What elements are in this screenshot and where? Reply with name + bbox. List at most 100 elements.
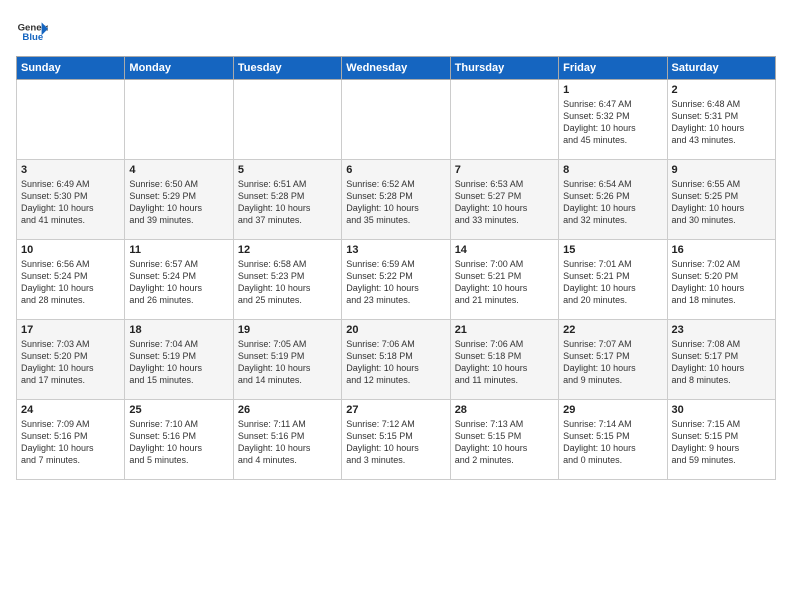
day-number: 20	[346, 324, 445, 336]
day-number: 1	[563, 84, 662, 96]
calendar-week-row: 3Sunrise: 6:49 AM Sunset: 5:30 PM Daylig…	[17, 160, 776, 240]
day-number: 10	[21, 244, 120, 256]
calendar-cell: 14 Sunrise: 7:00 AM Sunset: 5:21 PM Dayli…	[450, 240, 558, 320]
day-number: 18	[129, 324, 228, 336]
calendar-week-row: 17 Sunrise: 7:03 AM Sunset: 5:20 PM Dayli…	[17, 320, 776, 400]
day-number: 15	[563, 244, 662, 256]
day-info: Sunrise: 6:47 AM Sunset: 5:32 PM Dayligh…	[563, 98, 662, 147]
day-info: Sunrise: 7:14 AM Sunset: 5:15 PM Dayligh…	[563, 418, 662, 467]
calendar-cell: 17 Sunrise: 7:03 AM Sunset: 5:20 PM Dayli…	[17, 320, 125, 400]
day-number: 25	[129, 404, 228, 416]
day-number: 12	[238, 244, 337, 256]
day-info: Sunrise: 7:08 AM Sunset: 5:17 PM Dayligh…	[672, 338, 771, 387]
calendar-cell: 8 Sunrise: 6:54 AM Sunset: 5:26 PM Daylig…	[559, 160, 667, 240]
day-number: 9	[672, 164, 771, 176]
day-number: 19	[238, 324, 337, 336]
calendar-cell: 23 Sunrise: 7:08 AM Sunset: 5:17 PM Dayli…	[667, 320, 775, 400]
calendar-cell: 18 Sunrise: 7:04 AM Sunset: 5:19 PM Dayli…	[125, 320, 233, 400]
calendar-cell: 21Sunrise: 7:06 AM Sunset: 5:18 PM Dayli…	[450, 320, 558, 400]
day-number: 4	[129, 164, 228, 176]
day-number: 5	[238, 164, 337, 176]
calendar-cell: 28 Sunrise: 7:13 AM Sunset: 5:15 PM Dayli…	[450, 400, 558, 480]
calendar-cell: 24 Sunrise: 7:09 AM Sunset: 5:16 PM Dayli…	[17, 400, 125, 480]
day-info: Sunrise: 7:15 AM Sunset: 5:15 PM Dayligh…	[672, 418, 771, 467]
day-info: Sunrise: 7:13 AM Sunset: 5:15 PM Dayligh…	[455, 418, 554, 467]
weekday-header-row: SundayMondayTuesdayWednesdayThursdayFrid…	[17, 57, 776, 80]
calendar-table: SundayMondayTuesdayWednesdayThursdayFrid…	[16, 56, 776, 480]
day-info: Sunrise: 6:56 AM Sunset: 5:24 PM Dayligh…	[21, 258, 120, 307]
calendar-cell: 25 Sunrise: 7:10 AM Sunset: 5:16 PM Dayli…	[125, 400, 233, 480]
day-info: Sunrise: 7:09 AM Sunset: 5:16 PM Dayligh…	[21, 418, 120, 467]
day-info: Sunrise: 7:04 AM Sunset: 5:19 PM Dayligh…	[129, 338, 228, 387]
calendar-cell: 27Sunrise: 7:12 AM Sunset: 5:15 PM Dayli…	[342, 400, 450, 480]
weekday-header: Monday	[125, 57, 233, 80]
day-info: Sunrise: 6:55 AM Sunset: 5:25 PM Dayligh…	[672, 178, 771, 227]
logo: General Blue	[16, 16, 48, 48]
calendar-cell: 30 Sunrise: 7:15 AM Sunset: 5:15 PM Dayli…	[667, 400, 775, 480]
calendar-cell: 3Sunrise: 6:49 AM Sunset: 5:30 PM Daylig…	[17, 160, 125, 240]
calendar-cell	[342, 80, 450, 160]
day-number: 29	[563, 404, 662, 416]
calendar-cell: 7 Sunrise: 6:53 AM Sunset: 5:27 PM Daylig…	[450, 160, 558, 240]
day-number: 14	[455, 244, 554, 256]
day-number: 28	[455, 404, 554, 416]
calendar-cell: 9 Sunrise: 6:55 AM Sunset: 5:25 PM Daylig…	[667, 160, 775, 240]
calendar-cell: 10 Sunrise: 6:56 AM Sunset: 5:24 PM Dayli…	[17, 240, 125, 320]
day-info: Sunrise: 7:11 AM Sunset: 5:16 PM Dayligh…	[238, 418, 337, 467]
calendar-cell: 16Sunrise: 7:02 AM Sunset: 5:20 PM Dayli…	[667, 240, 775, 320]
weekday-header: Tuesday	[233, 57, 341, 80]
weekday-header: Thursday	[450, 57, 558, 80]
day-number: 17	[21, 324, 120, 336]
calendar-cell: 4 Sunrise: 6:50 AM Sunset: 5:29 PM Daylig…	[125, 160, 233, 240]
calendar-cell	[17, 80, 125, 160]
calendar-cell: 2 Sunrise: 6:48 AM Sunset: 5:31 PM Daylig…	[667, 80, 775, 160]
day-number: 11	[129, 244, 228, 256]
day-number: 8	[563, 164, 662, 176]
day-number: 2	[672, 84, 771, 96]
calendar-cell: 20 Sunrise: 7:06 AM Sunset: 5:18 PM Dayli…	[342, 320, 450, 400]
weekday-header: Friday	[559, 57, 667, 80]
day-info: Sunrise: 6:48 AM Sunset: 5:31 PM Dayligh…	[672, 98, 771, 147]
day-info: Sunrise: 6:58 AM Sunset: 5:23 PM Dayligh…	[238, 258, 337, 307]
day-number: 7	[455, 164, 554, 176]
logo-icon: General Blue	[16, 16, 48, 48]
calendar-cell: 6 Sunrise: 6:52 AM Sunset: 5:28 PM Daylig…	[342, 160, 450, 240]
day-info: Sunrise: 6:49 AM Sunset: 5:30 PM Dayligh…	[21, 178, 120, 227]
calendar-cell: 29 Sunrise: 7:14 AM Sunset: 5:15 PM Dayli…	[559, 400, 667, 480]
day-info: Sunrise: 7:00 AM Sunset: 5:21 PM Dayligh…	[455, 258, 554, 307]
day-number: 16	[672, 244, 771, 256]
day-number: 6	[346, 164, 445, 176]
calendar-cell: 1 Sunrise: 6:47 AM Sunset: 5:32 PM Daylig…	[559, 80, 667, 160]
calendar-cell: 15 Sunrise: 7:01 AM Sunset: 5:21 PM Dayli…	[559, 240, 667, 320]
calendar-week-row: 24 Sunrise: 7:09 AM Sunset: 5:16 PM Dayli…	[17, 400, 776, 480]
day-info: Sunrise: 6:50 AM Sunset: 5:29 PM Dayligh…	[129, 178, 228, 227]
day-info: Sunrise: 7:07 AM Sunset: 5:17 PM Dayligh…	[563, 338, 662, 387]
day-info: Sunrise: 7:06 AM Sunset: 5:18 PM Dayligh…	[346, 338, 445, 387]
calendar-cell: 12 Sunrise: 6:58 AM Sunset: 5:23 PM Dayli…	[233, 240, 341, 320]
calendar-cell: 5Sunrise: 6:51 AM Sunset: 5:28 PM Daylig…	[233, 160, 341, 240]
day-number: 27	[346, 404, 445, 416]
calendar-cell: 19 Sunrise: 7:05 AM Sunset: 5:19 PM Dayli…	[233, 320, 341, 400]
calendar-week-row: 1 Sunrise: 6:47 AM Sunset: 5:32 PM Daylig…	[17, 80, 776, 160]
day-info: Sunrise: 6:52 AM Sunset: 5:28 PM Dayligh…	[346, 178, 445, 227]
day-info: Sunrise: 7:05 AM Sunset: 5:19 PM Dayligh…	[238, 338, 337, 387]
day-info: Sunrise: 7:10 AM Sunset: 5:16 PM Dayligh…	[129, 418, 228, 467]
day-info: Sunrise: 7:01 AM Sunset: 5:21 PM Dayligh…	[563, 258, 662, 307]
day-number: 22	[563, 324, 662, 336]
day-number: 23	[672, 324, 771, 336]
svg-text:Blue: Blue	[22, 32, 43, 43]
day-number: 30	[672, 404, 771, 416]
page-header: General Blue	[16, 16, 776, 48]
day-info: Sunrise: 7:03 AM Sunset: 5:20 PM Dayligh…	[21, 338, 120, 387]
day-number: 24	[21, 404, 120, 416]
day-info: Sunrise: 6:54 AM Sunset: 5:26 PM Dayligh…	[563, 178, 662, 227]
weekday-header: Sunday	[17, 57, 125, 80]
calendar-cell	[233, 80, 341, 160]
weekday-header: Saturday	[667, 57, 775, 80]
calendar-cell	[450, 80, 558, 160]
day-info: Sunrise: 6:53 AM Sunset: 5:27 PM Dayligh…	[455, 178, 554, 227]
day-info: Sunrise: 6:59 AM Sunset: 5:22 PM Dayligh…	[346, 258, 445, 307]
day-number: 13	[346, 244, 445, 256]
calendar-cell: 26Sunrise: 7:11 AM Sunset: 5:16 PM Dayli…	[233, 400, 341, 480]
day-info: Sunrise: 7:06 AM Sunset: 5:18 PM Dayligh…	[455, 338, 554, 387]
